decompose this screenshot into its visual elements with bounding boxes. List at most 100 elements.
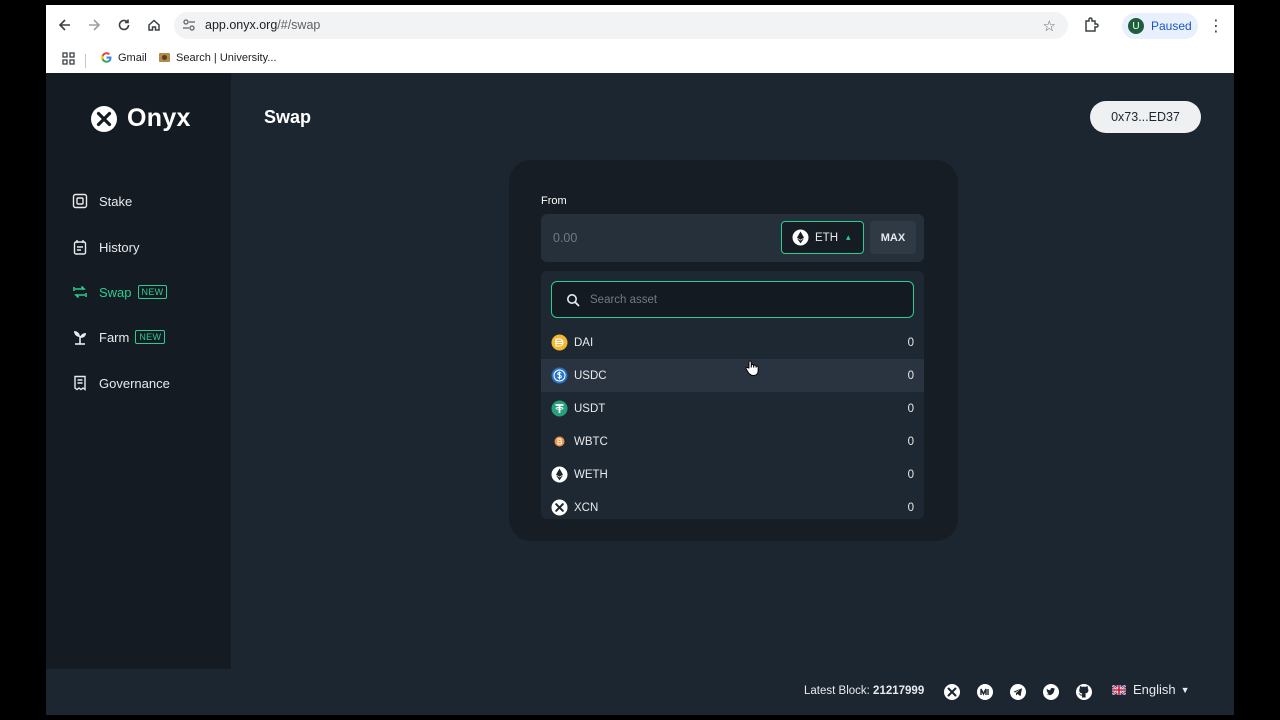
url-host: app.onyx.org [205,18,278,32]
max-button[interactable]: MAX [870,221,916,254]
sidebar-item-label: Farm [99,329,130,345]
onyx-social-icon[interactable] [943,683,961,701]
bookmark-search-university[interactable]: Search | University... [158,51,276,64]
dai-token-icon [551,334,568,351]
brand-logo[interactable]: Onyx [90,104,191,133]
sidebar: Onyx Stake History Swap NEW Farm NEW Gov… [46,73,231,669]
asset-symbol: USDT [574,402,606,415]
farm-icon [72,329,88,345]
token-select-button[interactable]: ETH ▴ [781,221,864,254]
telegram-icon[interactable] [1009,683,1027,701]
asset-symbol: WETH [574,468,608,481]
back-icon[interactable] [55,15,75,35]
twitter-icon[interactable] [1042,683,1060,701]
asset-row-usdt[interactable]: USDT 0 [541,392,924,425]
uk-flag-icon [1112,684,1126,695]
onyx-logo-icon [91,105,117,132]
history-icon [72,239,88,255]
reload-icon[interactable] [114,15,134,35]
caret-down-icon: ▼ [1180,684,1190,695]
home-icon[interactable] [144,15,164,35]
profile-status: Paused [1151,19,1192,33]
token-dropdown: DAI 0 USDC 0 USDT 0 WBTC 0 [541,271,924,519]
wbtc-token-icon [551,433,568,450]
bookmarks-bar: Gmail Search | University... [46,48,1234,70]
search-field[interactable] [551,281,914,318]
search-asset-input[interactable] [590,291,890,309]
sidebar-item-stake[interactable]: Stake [72,190,132,212]
asset-symbol: USDC [574,369,607,382]
chevron-up-icon: ▴ [846,232,851,242]
sidebar-item-swap[interactable]: Swap NEW [72,281,168,303]
forward-icon[interactable] [84,15,104,35]
extensions-icon[interactable] [1082,16,1100,34]
sidebar-item-label: History [99,239,140,255]
language-label: English [1133,682,1176,697]
url-text: app.onyx.org/#/swap [205,18,320,32]
asset-row-xcn[interactable]: XCN 0 [541,491,924,524]
latest-block: Latest Block: 21217999 [804,685,924,697]
eth-token-icon [792,229,809,246]
profile-button[interactable]: U Paused [1122,13,1198,39]
toolbar: app.onyx.org/#/swap ☆ U Paused ⋮ [46,5,1234,45]
browser-chrome: app.onyx.org/#/swap ☆ U Paused ⋮ Gmail S… [46,5,1234,73]
amount-input[interactable] [553,228,753,248]
asset-balance: 0 [907,369,914,382]
usdt-token-icon [551,400,568,417]
bookmark-label: Search | University... [176,51,277,64]
url-path: /#/swap [277,18,321,32]
asset-balance: 0 [907,501,914,514]
latest-block-value: 21217999 [873,685,925,697]
wallet-address-button[interactable]: 0x73...ED37 [1090,101,1201,133]
asset-row-usdc[interactable]: USDC 0 [541,359,924,392]
site-settings-icon[interactable] [182,18,196,32]
asset-symbol: XCN [574,501,599,514]
asset-symbol: WBTC [574,435,608,448]
asset-row-wbtc[interactable]: WBTC 0 [541,425,924,458]
language-selector[interactable]: English ▼ [1112,682,1190,697]
menu-icon[interactable]: ⋮ [1208,16,1224,36]
governance-icon [72,375,88,391]
bookmarks-separator [85,54,86,68]
github-icon[interactable] [1075,683,1093,701]
page-title: Swap [264,107,312,127]
apps-grid-icon[interactable] [62,52,75,65]
bookmark-star-icon[interactable]: ☆ [1043,17,1056,35]
latest-block-label: Latest Block: [804,685,870,697]
asset-balance: 0 [907,336,914,349]
sidebar-item-governance[interactable]: Governance [72,372,170,394]
bookmark-label: Gmail [118,51,147,64]
hand-cursor-icon [745,360,759,376]
avatar: U [1128,18,1144,34]
stake-icon [72,193,88,209]
xcn-token-icon [551,499,568,516]
address-bar[interactable]: app.onyx.org/#/swap ☆ [174,12,1068,39]
from-field: ETH ▴ MAX [541,214,924,262]
sidebar-item-label: Swap [99,284,132,300]
swap-icon [72,284,88,300]
browser-window: app.onyx.org/#/swap ☆ U Paused ⋮ Gmail S… [46,5,1234,715]
asset-balance: 0 [907,402,914,415]
asset-balance: 0 [907,435,914,448]
search-icon [567,294,580,307]
usdc-token-icon [551,367,568,384]
asset-row-weth[interactable]: WETH 0 [541,458,924,491]
swap-card: From ETH ▴ MAX DAI 0 [509,160,958,541]
asset-symbol: DAI [574,336,594,349]
asset-row-dai[interactable]: DAI 0 [541,326,924,359]
medium-icon[interactable] [976,683,994,701]
selected-token-label: ETH [815,231,838,244]
sidebar-item-history[interactable]: History [72,236,139,258]
new-badge: NEW [135,330,166,344]
sidebar-item-label: Stake [99,193,133,209]
university-icon [159,53,170,62]
brand-name: Onyx [127,104,191,132]
main-content: Swap 0x73...ED37 From ETH ▴ MAX [231,73,1234,669]
weth-token-icon [551,466,568,483]
from-label: From [541,195,567,207]
new-badge: NEW [137,285,168,299]
sidebar-item-farm[interactable]: Farm NEW [72,326,166,348]
bookmark-gmail[interactable]: Gmail [100,51,147,64]
footer: Latest Block: 21217999 English ▼ [46,669,1234,715]
sidebar-item-label: Governance [99,375,170,391]
